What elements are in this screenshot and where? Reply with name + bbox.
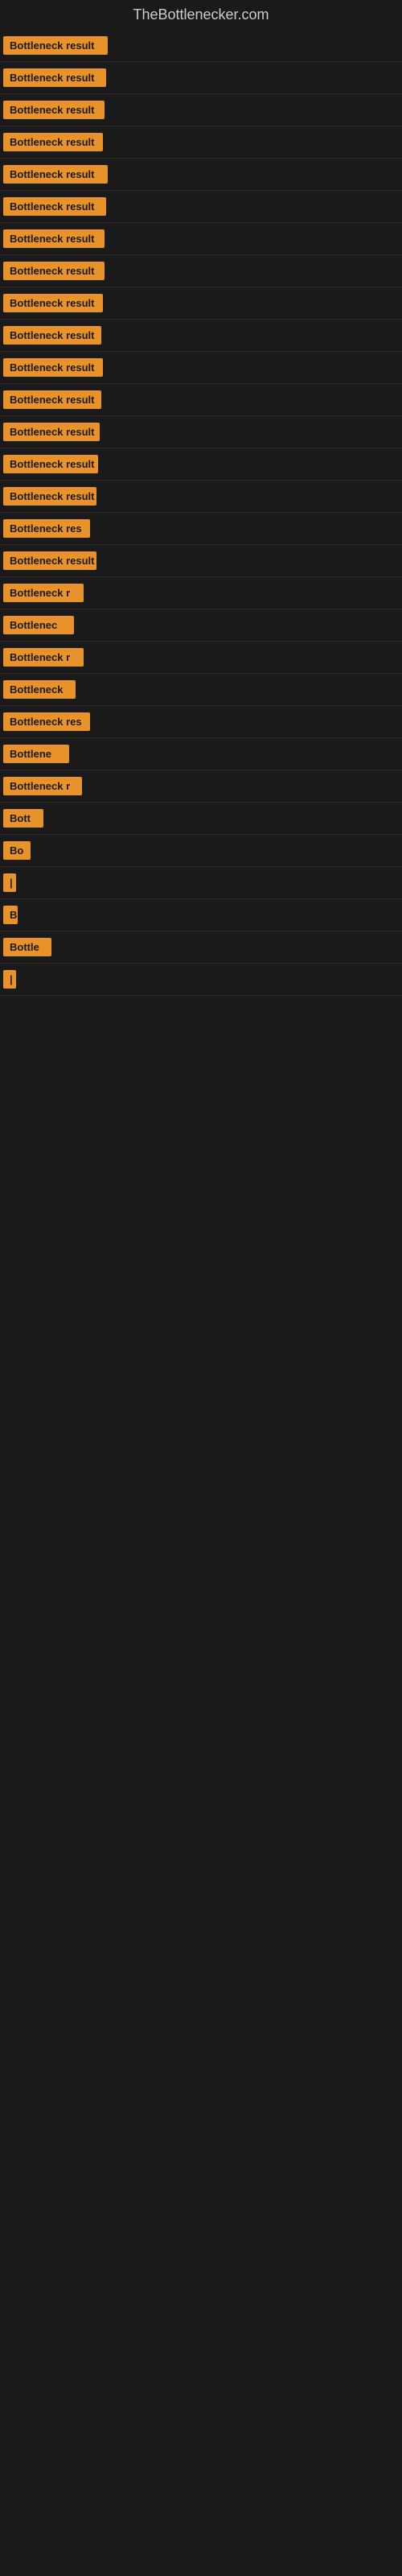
list-item: Bottleneck result [0, 287, 402, 320]
bottleneck-badge[interactable]: Bott [3, 809, 43, 828]
list-item: Bottleneck result [0, 126, 402, 159]
bottleneck-badge[interactable]: | [3, 970, 16, 989]
list-item: Bottleneck result [0, 62, 402, 94]
list-item: Bottleneck result [0, 545, 402, 577]
bottleneck-badge[interactable]: Bottleneck result [3, 36, 108, 55]
list-item: Bottleneck result [0, 30, 402, 62]
list-item: B [0, 899, 402, 931]
list-item: Bottleneck result [0, 352, 402, 384]
list-item: Bottleneck result [0, 223, 402, 255]
bottleneck-badge[interactable]: Bottleneck result [3, 165, 108, 184]
bottleneck-badge[interactable]: Bottleneck r [3, 584, 84, 602]
bottleneck-badge[interactable]: Bottlene [3, 745, 69, 763]
bottleneck-badge[interactable]: Bo [3, 841, 31, 860]
list-item: Bottleneck res [0, 513, 402, 545]
list-item: Bottleneck result [0, 191, 402, 223]
bottleneck-badge[interactable]: Bottleneck result [3, 68, 106, 87]
bottleneck-badge[interactable]: Bottleneck result [3, 390, 101, 409]
bottleneck-badge[interactable]: Bottleneck result [3, 133, 103, 151]
bottleneck-badge[interactable]: Bottleneck result [3, 487, 96, 506]
list-item: Bottleneck [0, 674, 402, 706]
list-item: Bottlene [0, 738, 402, 770]
bottleneck-badge[interactable]: B [3, 906, 18, 924]
bottleneck-badge[interactable]: Bottleneck res [3, 712, 90, 731]
bottleneck-badge[interactable]: Bottleneck [3, 680, 76, 699]
list-item: Bottleneck result [0, 448, 402, 481]
bottleneck-badge[interactable]: Bottleneck result [3, 197, 106, 216]
bottleneck-badge[interactable]: Bottleneck result [3, 551, 96, 570]
bottleneck-badge[interactable]: Bottleneck result [3, 101, 105, 119]
list-item: Bottle [0, 931, 402, 964]
bottleneck-badge[interactable]: Bottleneck res [3, 519, 90, 538]
bottleneck-badge[interactable]: Bottleneck result [3, 326, 101, 345]
bottleneck-badge[interactable]: | [3, 873, 16, 892]
bottleneck-badge[interactable]: Bottleneck result [3, 229, 105, 248]
list-item: Bottleneck result [0, 481, 402, 513]
list-item: Bottleneck result [0, 384, 402, 416]
bottleneck-badge[interactable]: Bottleneck result [3, 455, 98, 473]
list-item: Bottlenec [0, 609, 402, 642]
list-item: | [0, 867, 402, 899]
list-item: Bottleneck result [0, 94, 402, 126]
list-item: Bottleneck r [0, 642, 402, 674]
list-item: Bottleneck r [0, 770, 402, 803]
list-item: Bottleneck r [0, 577, 402, 609]
bottleneck-list: Bottleneck result Bottleneck result Bottle… [0, 30, 402, 996]
list-item: Bottleneck result [0, 159, 402, 191]
bottleneck-badge[interactable]: Bottle [3, 938, 51, 956]
list-item: Bott [0, 803, 402, 835]
bottleneck-badge[interactable]: Bottleneck result [3, 423, 100, 441]
list-item: Bottleneck result [0, 416, 402, 448]
bottleneck-badge[interactable]: Bottleneck r [3, 777, 82, 795]
list-item: | [0, 964, 402, 996]
bottleneck-badge[interactable]: Bottleneck r [3, 648, 84, 667]
list-item: Bottleneck result [0, 320, 402, 352]
bottleneck-badge[interactable]: Bottleneck result [3, 358, 103, 377]
site-title: TheBottlenecker.com [0, 0, 402, 30]
list-item: Bottleneck res [0, 706, 402, 738]
bottleneck-badge[interactable]: Bottlenec [3, 616, 74, 634]
bottleneck-badge[interactable]: Bottleneck result [3, 262, 105, 280]
bottleneck-badge[interactable]: Bottleneck result [3, 294, 103, 312]
list-item: Bo [0, 835, 402, 867]
list-item: Bottleneck result [0, 255, 402, 287]
